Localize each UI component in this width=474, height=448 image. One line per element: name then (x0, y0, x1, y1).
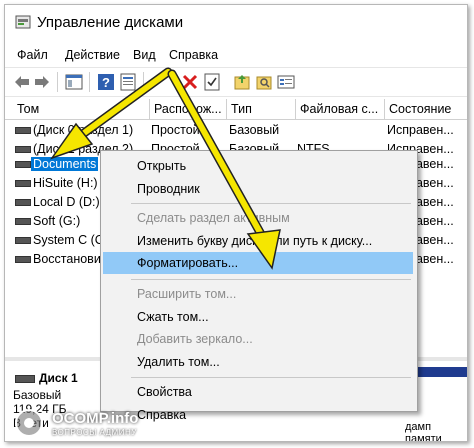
context-menu: Открыть Проводник Сделать раздел активны… (100, 150, 418, 422)
menu-item-mark-active: Сделать раздел активным (137, 211, 290, 225)
menu-item-open[interactable]: Открыть (137, 159, 186, 173)
volume-name: Local D (D:) (33, 195, 100, 209)
disk-name: Диск 1 (39, 371, 78, 385)
partition-label: дамп памяти (405, 421, 442, 442)
folder-icon[interactable] (233, 73, 251, 91)
watermark-site: OCOMP.info (52, 410, 139, 427)
column-header-layout[interactable]: Располож... (150, 99, 227, 119)
volume-icon (15, 146, 31, 153)
volume-name: Soft (G:) (33, 214, 81, 228)
title-bar: Управление дисками (5, 5, 467, 39)
menu-help[interactable]: Справка (169, 48, 218, 62)
volume-type: Базовый (229, 123, 280, 137)
help-icon[interactable]: ? (97, 73, 115, 91)
toolbar-separator (57, 72, 58, 92)
column-header-volume[interactable]: Том (13, 99, 150, 119)
menu-separator (131, 279, 411, 280)
menu-action[interactable]: Действие (65, 48, 120, 62)
menu-file[interactable]: Файл (17, 48, 48, 62)
volume-icon (15, 161, 31, 168)
volume-name: (Диск 0 раздел 1) (33, 123, 134, 137)
volume-icon (15, 199, 31, 206)
watermark-logo-icon (15, 409, 43, 437)
menu-item-delete[interactable]: Удалить том... (137, 355, 220, 369)
menu-item-add-mirror: Добавить зеркало... (137, 332, 253, 346)
volume-layout: Простой (151, 123, 200, 137)
toolbar-separator (143, 72, 144, 92)
menu-item-shrink[interactable]: Сжать том... (137, 310, 209, 324)
header-divider (5, 119, 467, 120)
menu-item-properties[interactable]: Свойства (137, 385, 192, 399)
toolbar: ? (5, 67, 467, 97)
volume-icon (15, 180, 31, 187)
svg-text:?: ? (102, 75, 110, 90)
disk-type: Базовый (13, 388, 62, 402)
volume-name: HiSuite (H:) (33, 176, 98, 190)
menu-separator (131, 203, 411, 204)
menu-item-format[interactable]: Форматировать... (137, 256, 238, 270)
site-watermark: OCOMP.info ВОПРОСЫ АДМИНУ (8, 406, 188, 440)
column-header-type[interactable]: Тип (227, 99, 296, 119)
menu-item-extend: Расширить том... (137, 287, 237, 301)
search-icon[interactable] (255, 73, 273, 91)
column-header-filesystem[interactable]: Файловая с... (296, 99, 385, 119)
volume-name-selected: Documents (31, 157, 99, 171)
menu-item-change-drive-letter[interactable]: Изменить букву диска или путь к диску... (137, 234, 372, 248)
delete-icon[interactable] (181, 73, 199, 91)
list-view-icon[interactable] (277, 73, 295, 91)
volume-icon (15, 127, 31, 134)
toolbar-separator (89, 72, 90, 92)
console-tree-icon[interactable] (65, 73, 83, 91)
table-row[interactable]: (Диск 0 раздел 1) Простой Базовый Исправ… (5, 121, 467, 140)
menu-separator (131, 377, 411, 378)
volume-icon (15, 256, 31, 263)
forward-arrow-icon[interactable] (33, 73, 51, 91)
disk-icon (15, 375, 35, 383)
menu-bar: Файл Действие Вид Справка (5, 43, 467, 67)
column-header-status[interactable]: Состояние (385, 99, 467, 119)
properties-icon[interactable] (119, 73, 137, 91)
window-title: Управление дисками (37, 14, 184, 31)
back-arrow-icon[interactable] (13, 73, 31, 91)
disk-management-app-icon (15, 15, 31, 29)
watermark-tagline: ВОПРОСЫ АДМИНУ (52, 428, 137, 437)
volume-icon (15, 237, 31, 244)
menu-view[interactable]: Вид (133, 48, 156, 62)
volume-status: Исправен... (387, 123, 454, 137)
volume-name: System C (C:) (33, 233, 103, 247)
volume-name: Восстановить (33, 252, 103, 266)
check-icon[interactable] (203, 73, 221, 91)
menu-item-explorer[interactable]: Проводник (137, 182, 200, 196)
volume-icon (15, 218, 31, 225)
